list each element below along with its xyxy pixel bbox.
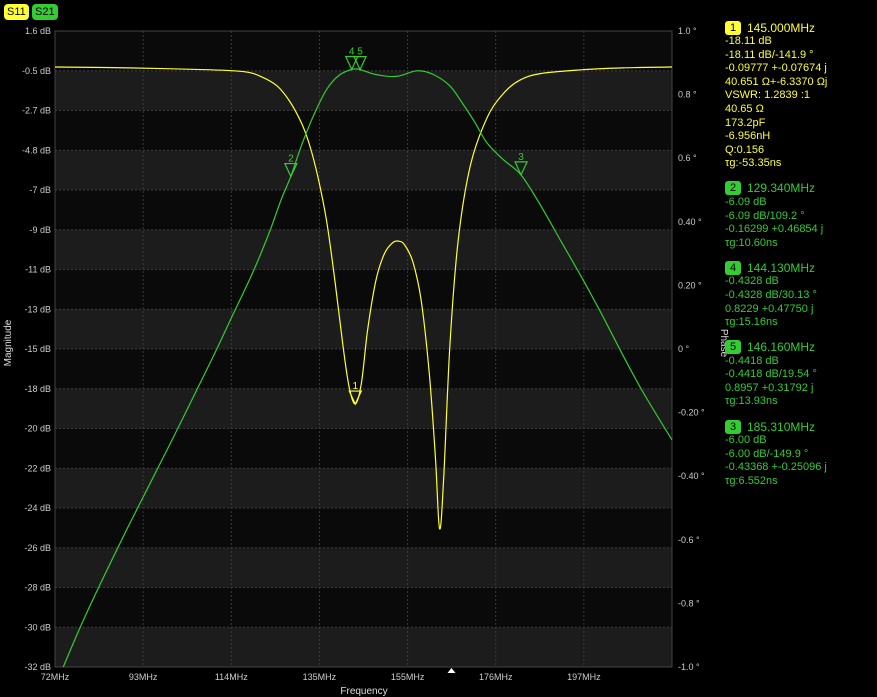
marker-value: τg:15.16ns [725,316,778,329]
marker-value: τg:6.552ns [725,474,778,487]
marker-value: -0.43368 +-0.25096 j [725,461,827,474]
x-tick-label: 93MHz [129,672,158,682]
marker-value: τg:-53.35ns [725,157,782,170]
marker-value: -6.00 dB [725,434,767,447]
y-tick-label: -11 dB [25,265,51,275]
y-tick-label: -4.8 dB [22,145,51,155]
y-tick-label: -7 dB [29,185,51,195]
marker-frequency: 144.130MHz [747,260,816,275]
marker-readout-2[interactable]: 2 129.340MHz -6.09 dB -6.09 dB/109.2 ° -0.16… [725,181,875,250]
y2-tick-label: -0.8 ° [678,598,700,608]
marker-badge[interactable]: 3 [725,419,741,434]
marker-readout-4[interactable]: 4 144.130MHz -0.4328 dB -0.4328 dB/30.13 ° 0… [725,260,875,329]
y-tick-label: -26 dB [24,543,51,553]
grid-band [55,229,672,270]
grid-band [55,627,672,667]
marker-value: τg:13.93ns [725,395,778,408]
marker-value: 0.8229 +0.47750 j [725,302,814,315]
marker-readout-1[interactable]: 1 145.000MHz -18.11 dB -18.11 dB/-141.9 ° -0… [725,20,875,171]
y-tick-label: -13 dB [24,304,51,314]
x-tick-label: 176MHz [479,672,513,682]
marker-value: Q:0.156 [725,143,765,156]
x-tick-label: 197MHz [567,672,601,682]
y-tick-label: -15 dB [24,344,51,354]
y2-tick-label: 0.6 ° [678,153,697,163]
marker-label-4: 4 [349,46,355,57]
x-tick-label: 135MHz [303,672,337,682]
marker-badge[interactable]: 2 [725,181,741,196]
marker-value: -18.11 dB [725,35,772,47]
marker-value: 40.651 Ω+-6.3370 Ωj [725,75,828,88]
marker-value: VSWR: 1.2839 :1 [725,89,810,102]
y2-tick-label: -0.6 ° [678,535,700,545]
marker-value: -6.00 dB/-149.9 ° [725,447,809,460]
marker-frequency: 146.160MHz [747,340,816,355]
marker-value: -6.09 dB [725,195,767,208]
y-tick-label: -30 dB [24,622,51,632]
marker-frequency: 185.310MHz [747,419,816,434]
marker-value: -0.16299 +0.46854 j [725,223,824,236]
y2-tick-label: -0.20 ° [678,408,705,418]
y-tick-label: -24 dB [24,503,51,513]
y-tick-label: -32 dB [24,662,51,672]
marker-value: -18.11 dB/-141.9 ° [725,48,814,61]
marker-value: -0.4328 dB/30.13 ° [725,288,817,301]
marker-value: -0.4418 dB [725,354,779,367]
grid-band [55,309,672,349]
center-frequency-indicator [447,668,456,673]
marker-label-1: 1 [352,381,358,392]
y2-tick-label: 1.0 ° [678,26,697,36]
y2-tick-label: 0.40 ° [678,217,702,227]
marker-readout-5[interactable]: 5 146.160MHz -0.4418 dB -0.4418 dB/19.54 ° 0… [725,340,875,409]
marker-readout-3[interactable]: 3 185.310MHz -6.00 dB -6.00 dB/-149.9 ° -0.4… [725,419,875,488]
y-tick-label: -18 dB [24,384,51,394]
x-tick-label: 72MHz [41,672,70,682]
marker-value: -6.956nH [725,130,771,143]
y-tick-label: -20 dB [24,424,51,434]
y2-tick-label: 0 ° [678,344,690,354]
grid-band [55,388,672,429]
marker-badge[interactable]: 1 [725,20,741,35]
y-tick-label: -2.7 dB [22,106,51,116]
x-tick-label: 155MHz [391,672,425,682]
y2-tick-label: 0.20 ° [678,280,702,290]
marker-value: -0.09777 +-0.07674 j [725,62,827,75]
marker-label-3: 3 [518,152,524,163]
y-tick-label: 1.6 dB [25,26,51,36]
marker-label-5: 5 [357,47,363,58]
y-tick-label: -9 dB [29,225,51,235]
grid-band [55,70,672,111]
marker-value: -0.4418 dB/19.54 ° [725,368,817,381]
grid-band [55,150,672,190]
x-axis-label: Frequency [340,686,387,697]
y-tick-label: -22 dB [24,463,51,473]
y-tick-label: -28 dB [24,583,51,593]
marker-value: 40.65 Ω [725,102,764,115]
marker-label-2: 2 [288,154,294,165]
x-tick-label: 114MHz [215,672,248,682]
y2-tick-label: -1.0 ° [678,662,700,672]
y-tick-label: -0.5 dB [22,66,51,76]
marker-value: -0.4328 dB [725,275,779,288]
marker-value: 0.8957 +0.31792 j [725,381,814,394]
grid-band [55,547,672,588]
marker-panel: 1 145.000MHz -18.11 dB -18.11 dB/-141.9 ° -0… [725,20,875,498]
marker-frequency: 145.000MHz [747,20,816,35]
marker-value: 173.2pF [725,116,766,129]
y2-tick-label: 0.8 ° [678,90,697,100]
marker-value: τg:10.60ns [725,236,778,249]
marker-frequency: 129.340MHz [747,181,816,196]
y-axis-label: Magnitude [3,319,14,366]
marker-badge[interactable]: 5 [725,340,741,355]
marker-badge[interactable]: 4 [725,260,741,275]
y2-tick-label: -0.40 ° [678,471,705,481]
marker-value: -6.09 dB/109.2 ° [725,209,805,222]
